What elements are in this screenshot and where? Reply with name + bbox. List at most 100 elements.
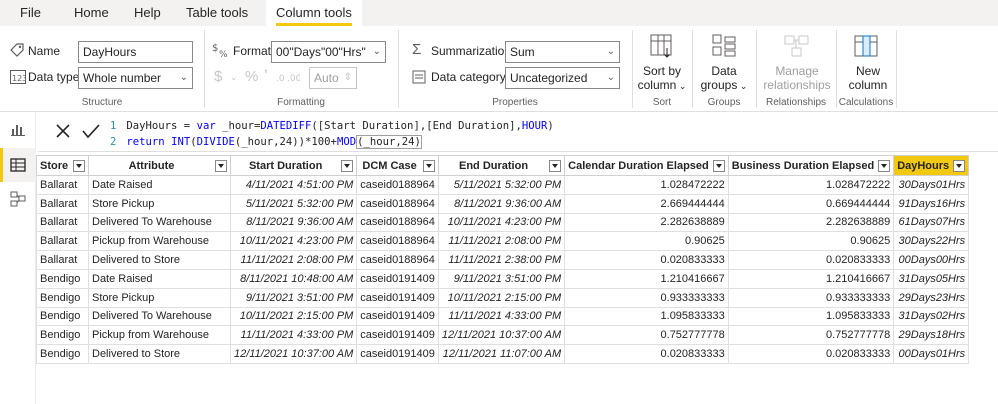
cell-calendar-duration[interactable]: 1.210416667 bbox=[564, 268, 729, 289]
table-row[interactable]: Bendigo Store Pickup 9/11/2021 3:51:00 PM c… bbox=[36, 287, 970, 308]
table-row[interactable]: Bendigo Date Raised 8/11/2021 10:48:00 AM c… bbox=[36, 268, 970, 289]
filter-dropdown-icon[interactable] bbox=[953, 159, 966, 172]
cell-start-duration[interactable]: 11/11/2021 4:33:00 PM bbox=[229, 325, 358, 346]
cell-attribute[interactable]: Delivered To Warehouse bbox=[88, 212, 231, 233]
column-header-business-duration[interactable]: Business Duration Elapsed bbox=[727, 155, 895, 176]
table-row[interactable]: Ballarat Store Pickup 5/11/2021 5:32:00 PM… bbox=[36, 193, 970, 214]
cell-attribute[interactable]: Pickup from Warehouse bbox=[88, 231, 231, 252]
cell-dayhours[interactable]: 00Days00Hrs bbox=[893, 250, 970, 270]
column-header-start-duration[interactable]: Start Duration bbox=[229, 155, 358, 176]
cell-dayhours[interactable]: 61Days07Hrs bbox=[893, 212, 970, 233]
cell-start-duration[interactable]: 4/11/2021 4:51:00 PM bbox=[229, 175, 358, 195]
cell-business-duration[interactable]: 0.90625 bbox=[727, 231, 895, 252]
report-view-button[interactable] bbox=[0, 112, 36, 146]
chevron-down-icon[interactable]: ⌄ bbox=[230, 72, 238, 83]
cell-calendar-duration[interactable]: 2.282638889 bbox=[564, 212, 729, 233]
cell-start-duration[interactable]: 8/11/2021 10:48:00 AM bbox=[229, 268, 358, 289]
percent-format-button[interactable]: % bbox=[245, 68, 258, 85]
column-header-attribute[interactable]: Attribute bbox=[88, 155, 231, 176]
cell-dcm-case[interactable]: caseid0188964 bbox=[356, 250, 439, 270]
cell-store[interactable]: Ballarat bbox=[36, 250, 89, 270]
cell-business-duration[interactable]: 2.282638889 bbox=[727, 212, 895, 233]
cell-store[interactable]: Bendigo bbox=[36, 344, 89, 364]
cell-calendar-duration[interactable]: 2.669444444 bbox=[564, 193, 729, 214]
cell-attribute[interactable]: Delivered to Store bbox=[88, 250, 231, 270]
cell-business-duration[interactable]: 0.933333333 bbox=[727, 287, 895, 308]
formula-editor[interactable]: 1 DayHours = var _hour=DATEDIFF([Start D… bbox=[110, 116, 998, 150]
cell-calendar-duration[interactable]: 0.020833333 bbox=[564, 344, 729, 364]
cell-dcm-case[interactable]: caseid0188964 bbox=[356, 212, 439, 233]
commit-formula-button[interactable] bbox=[76, 116, 106, 146]
data-groups-button[interactable]: Data groups ⌄ bbox=[696, 64, 752, 93]
column-header-store[interactable]: Store bbox=[36, 155, 89, 176]
cell-dcm-case[interactable]: caseid0191409 bbox=[356, 344, 439, 364]
cell-calendar-duration[interactable]: 0.90625 bbox=[564, 231, 729, 252]
decimal-places-input[interactable]: Auto ⇕ bbox=[309, 67, 357, 89]
column-header-dcm-case[interactable]: DCM Case bbox=[356, 155, 439, 176]
cell-calendar-duration[interactable]: 0.020833333 bbox=[564, 250, 729, 270]
cell-dayhours[interactable]: 29Days23Hrs bbox=[893, 287, 970, 308]
cell-dcm-case[interactable]: caseid0191409 bbox=[356, 268, 439, 289]
tab-home[interactable]: Home bbox=[74, 0, 109, 26]
cell-attribute[interactable]: Date Raised bbox=[88, 268, 231, 289]
cell-end-duration[interactable]: 10/11/2021 2:15:00 PM bbox=[437, 287, 566, 308]
currency-format-button[interactable]: $ bbox=[214, 68, 222, 85]
table-row[interactable]: Ballarat Delivered to Store 11/11/2021 2:0… bbox=[36, 250, 970, 270]
sort-by-column-icon[interactable] bbox=[650, 34, 674, 58]
cell-attribute[interactable]: Store Pickup bbox=[88, 193, 231, 214]
cell-calendar-duration[interactable]: 1.028472222 bbox=[564, 175, 729, 195]
summarization-select[interactable]: Sum ⌄ bbox=[505, 41, 620, 63]
cancel-formula-button[interactable] bbox=[48, 116, 78, 146]
manage-relationships-icon[interactable] bbox=[784, 34, 810, 58]
cell-dcm-case[interactable]: caseid0188964 bbox=[356, 231, 439, 252]
cell-end-duration[interactable]: 5/11/2021 5:32:00 PM bbox=[437, 175, 566, 195]
cell-business-duration[interactable]: 1.095833333 bbox=[727, 306, 895, 327]
table-row[interactable]: Bendigo Delivered To Warehouse 10/11/2021 … bbox=[36, 306, 970, 327]
filter-dropdown-icon[interactable] bbox=[73, 159, 85, 172]
cell-business-duration[interactable]: 0.020833333 bbox=[727, 250, 895, 270]
cell-dcm-case[interactable]: caseid0191409 bbox=[356, 306, 439, 327]
table-row[interactable]: Ballarat Pickup from Warehouse 10/11/2021 … bbox=[36, 231, 970, 252]
cell-end-duration[interactable]: 9/11/2021 3:51:00 PM bbox=[437, 268, 566, 289]
cell-attribute[interactable]: Store Pickup bbox=[88, 287, 231, 308]
cell-store[interactable]: Bendigo bbox=[36, 287, 89, 308]
decimal-places-icon[interactable]: .0 .00 bbox=[276, 70, 300, 84]
cell-dcm-case[interactable]: caseid0188964 bbox=[356, 193, 439, 214]
cell-store[interactable]: Ballarat bbox=[36, 193, 89, 214]
column-header-dayhours[interactable]: DayHours bbox=[893, 155, 970, 176]
table-row[interactable]: Bendigo Delivered to Store 12/11/2021 10:3… bbox=[36, 344, 970, 364]
column-header-end-duration[interactable]: End Duration bbox=[437, 155, 566, 176]
cell-store[interactable]: Bendigo bbox=[36, 325, 89, 346]
filter-dropdown-icon[interactable] bbox=[712, 159, 725, 172]
cell-calendar-duration[interactable]: 1.095833333 bbox=[564, 306, 729, 327]
table-row[interactable]: Ballarat Delivered To Warehouse 8/11/2021 … bbox=[36, 212, 970, 233]
column-name-input[interactable]: DayHours bbox=[78, 41, 193, 63]
cell-dayhours[interactable]: 91Days16Hrs bbox=[893, 193, 970, 214]
cell-end-duration[interactable]: 10/11/2021 4:23:00 PM bbox=[437, 212, 566, 233]
cell-dcm-case[interactable]: caseid0191409 bbox=[356, 325, 439, 346]
cell-start-duration[interactable]: 10/11/2021 4:23:00 PM bbox=[229, 231, 358, 252]
cell-end-duration[interactable]: 8/11/2021 9:36:00 AM bbox=[437, 193, 566, 214]
cell-calendar-duration[interactable]: 0.933333333 bbox=[564, 287, 729, 308]
table-row[interactable]: Ballarat Date Raised 4/11/2021 4:51:00 PM c… bbox=[36, 175, 970, 195]
cell-business-duration[interactable]: 0.020833333 bbox=[727, 344, 895, 364]
cell-store[interactable]: Ballarat bbox=[36, 212, 89, 233]
cell-end-duration[interactable]: 11/11/2021 2:38:00 PM bbox=[437, 250, 566, 270]
table-row[interactable]: Bendigo Pickup from Warehouse 11/11/2021 4… bbox=[36, 325, 970, 346]
tab-file[interactable]: File bbox=[20, 0, 41, 26]
tab-table-tools[interactable]: Table tools bbox=[186, 0, 248, 26]
format-select[interactable]: 00"Days"00"Hrs" ⌄ bbox=[271, 41, 386, 63]
cell-attribute[interactable]: Delivered To Warehouse bbox=[88, 306, 231, 327]
filter-dropdown-icon[interactable] bbox=[549, 159, 562, 172]
cell-start-duration[interactable]: 10/11/2021 2:15:00 PM bbox=[229, 306, 358, 327]
filter-dropdown-icon[interactable] bbox=[215, 159, 227, 172]
cell-business-duration[interactable]: 0.669444444 bbox=[727, 193, 895, 214]
cell-dayhours[interactable]: 00Days01Hrs bbox=[893, 344, 970, 364]
cell-store[interactable]: Ballarat bbox=[36, 175, 89, 195]
tab-help[interactable]: Help bbox=[134, 0, 161, 26]
cell-store[interactable]: Bendigo bbox=[36, 306, 89, 327]
column-header-calendar-duration[interactable]: Calendar Duration Elapsed bbox=[564, 155, 729, 176]
cell-end-duration[interactable]: 12/11/2021 10:37:00 AM bbox=[437, 325, 566, 346]
filter-dropdown-icon[interactable] bbox=[422, 159, 435, 172]
cell-end-duration[interactable]: 11/11/2021 4:33:00 PM bbox=[437, 306, 566, 327]
